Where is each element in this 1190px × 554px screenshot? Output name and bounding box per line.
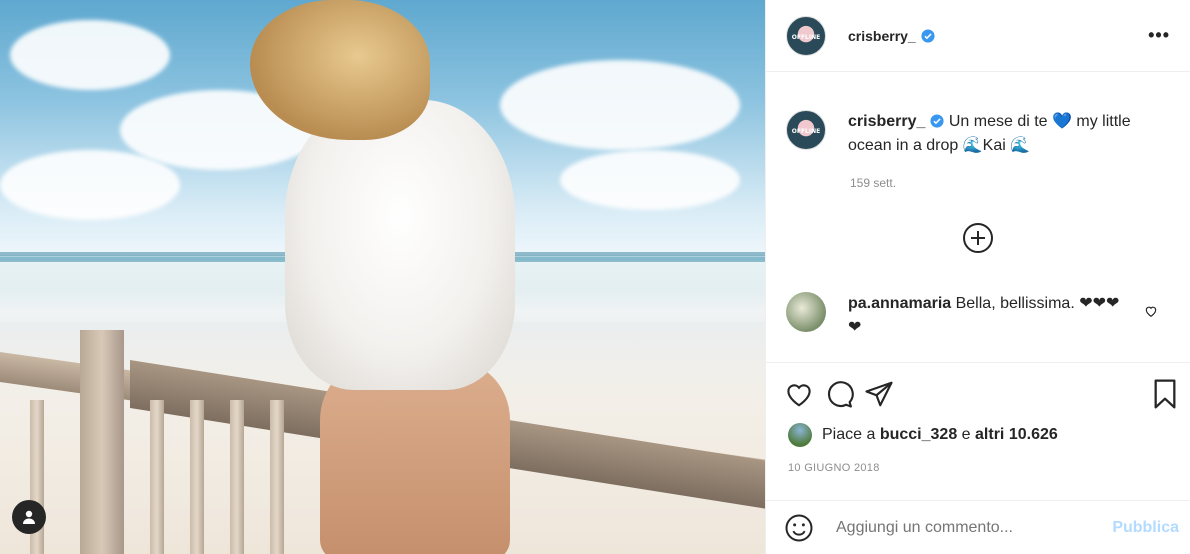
action-bar [784,376,1179,412]
more-options-icon[interactable]: ••• [1148,25,1170,46]
verified-badge-icon [921,28,935,43]
baluster [190,400,204,554]
load-more-comments-icon[interactable] [962,222,994,254]
likes-others[interactable]: altri 10.626 [975,426,1058,444]
caption-avatar[interactable]: OFFLINE [786,110,826,150]
post-sidebar: OFFLINE crisberry_ ••• OFFLINE crisberry… [765,0,1190,554]
cloud [560,150,740,210]
avatar-text: OFFLINE [791,33,821,41]
caption-text-block: crisberry_ Un mese di te 💙 my little oce… [848,110,1148,158]
likes-summary[interactable]: Piace a bucci_328 e altri 10.626 [788,423,1058,447]
heart-icon [787,384,811,407]
avatar-text: OFFLINE [791,128,821,135]
publish-button[interactable]: Pubblica [1112,519,1179,537]
post-date[interactable]: 10 GIUGNO 2018 [788,462,880,474]
caption-username[interactable]: crisberry_ [848,113,925,130]
comment-username[interactable]: pa.annamaria [848,295,951,312]
user-tag-icon[interactable] [12,500,46,534]
bookmark-icon [1154,379,1176,409]
baluster [230,400,244,554]
caption: OFFLINE crisberry_ Un mese di te 💙 my li… [786,110,1176,158]
header-username[interactable]: crisberry_ [848,28,935,44]
comment-item: pa.annamaria Bella, bellissima. ❤❤❤❤ [786,292,1176,340]
railing-post [80,330,124,554]
save-button[interactable] [1139,376,1179,412]
likes-prefix: Piace a [822,426,876,443]
post-header: OFFLINE crisberry_ ••• [766,0,1190,72]
cloud [10,20,170,90]
add-comment-bar: Pubblica [784,510,1179,546]
cloud [0,150,180,220]
person-dress [285,100,515,390]
comment-button[interactable] [824,376,864,412]
comment-input[interactable] [836,519,1076,537]
divider [766,500,1190,501]
likes-middle: e [961,426,971,443]
comment-heart-icon[interactable] [1144,304,1158,318]
verified-badge-icon [930,114,944,128]
comment-text-block: pa.annamaria Bella, bellissima. ❤❤❤❤ [848,292,1128,340]
baluster [270,400,284,554]
baluster [150,400,164,554]
avatar[interactable]: OFFLINE [786,15,826,56]
emoji-icon[interactable] [784,511,818,545]
post-photo[interactable] [0,0,765,554]
likes-avatar[interactable] [788,423,812,447]
divider [766,362,1190,363]
comment-icon [827,381,854,408]
caption-time[interactable]: 159 sett. [850,176,896,190]
share-icon [865,381,893,407]
post-dialog: OFFLINE crisberry_ ••• OFFLINE crisberry… [0,0,1190,554]
like-button[interactable] [784,376,824,412]
likes-user[interactable]: bucci_328 [880,426,957,444]
comment-avatar[interactable] [786,292,826,332]
username-text[interactable]: crisberry_ [848,28,916,44]
cloud [500,60,740,150]
share-button[interactable] [864,376,904,412]
